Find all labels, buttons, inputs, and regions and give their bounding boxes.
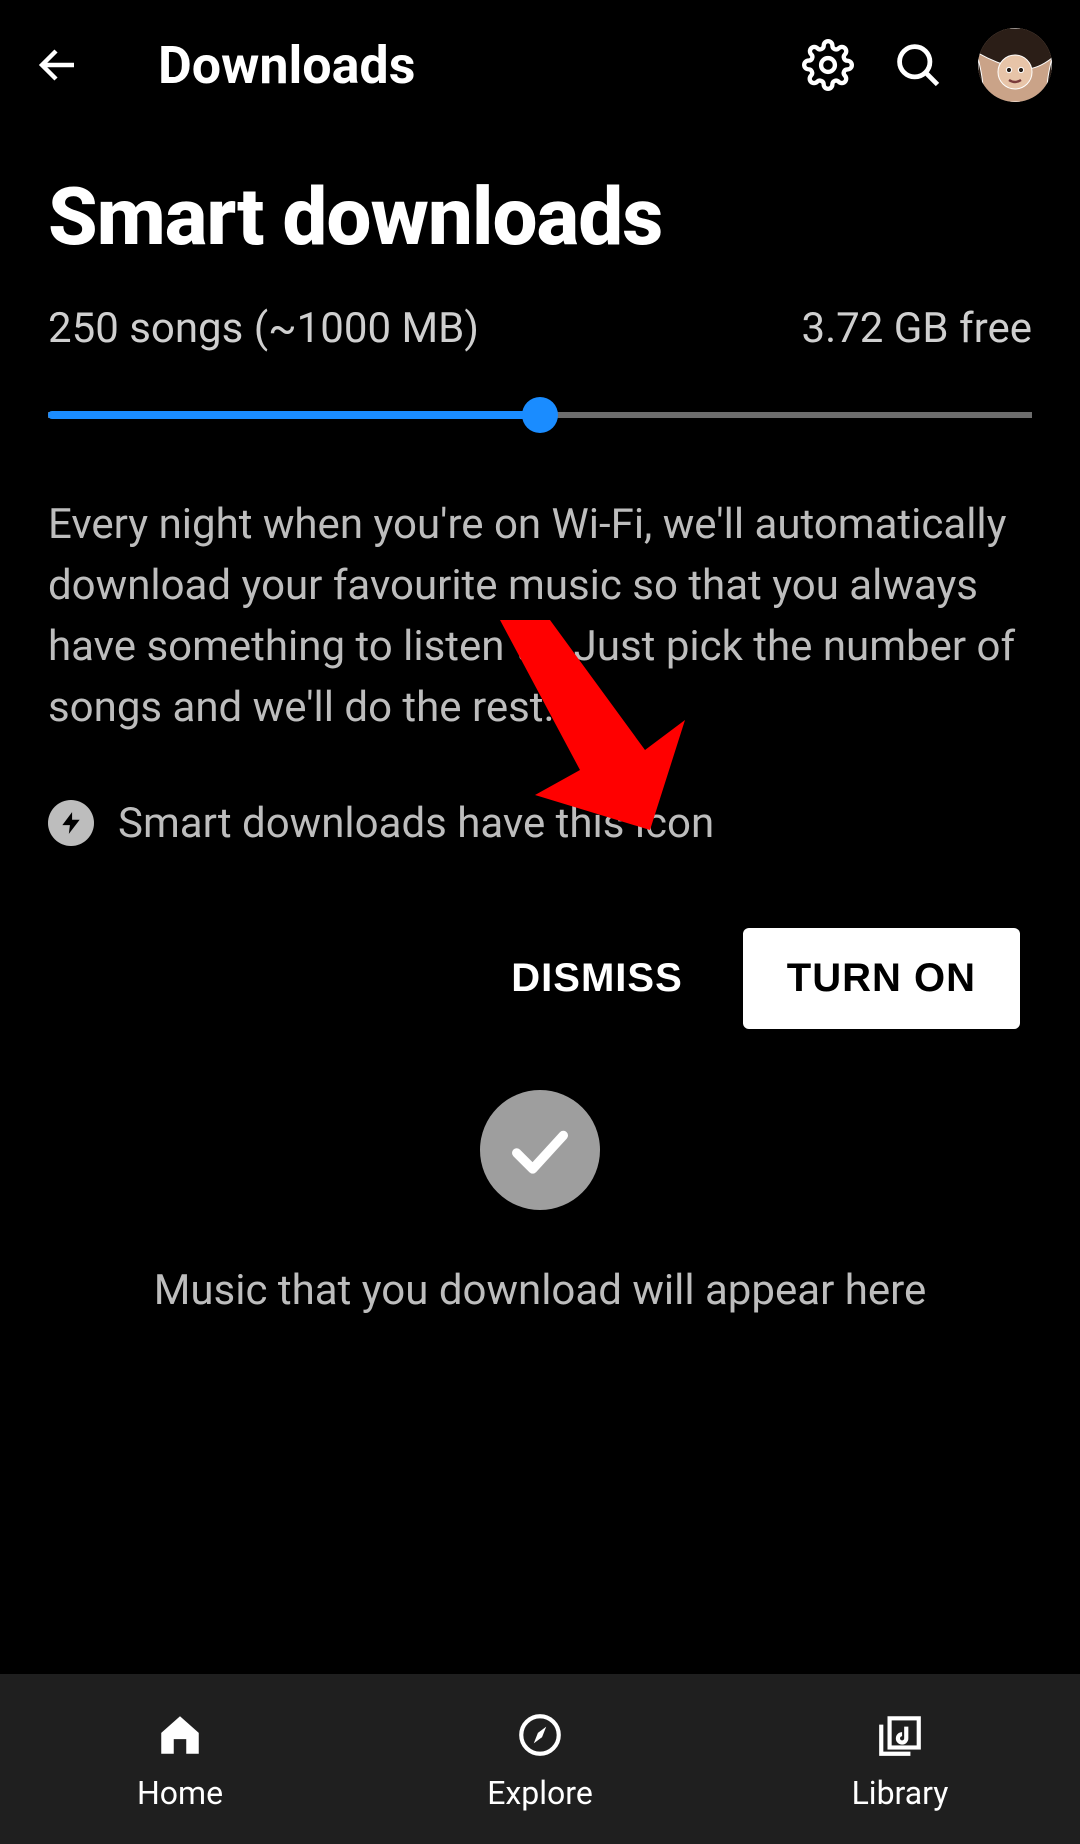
slider-track-fill xyxy=(48,411,540,419)
songs-slider[interactable] xyxy=(48,395,1032,435)
nav-explore[interactable]: Explore xyxy=(360,1674,720,1844)
smart-downloads-description: Every night when you're on Wi-Fi, we'll … xyxy=(48,495,1032,739)
icon-hint-row: Smart downloads have this icon xyxy=(48,799,1032,848)
search-button[interactable] xyxy=(888,35,948,95)
storage-free-label: 3.72 GB free xyxy=(802,304,1033,353)
profile-avatar[interactable] xyxy=(978,28,1052,102)
dismiss-button[interactable]: DISMISS xyxy=(511,956,682,1001)
library-icon xyxy=(871,1706,929,1764)
icon-hint-text: Smart downloads have this icon xyxy=(118,799,714,848)
nav-explore-label: Explore xyxy=(487,1774,593,1812)
empty-state: Music that you download will appear here xyxy=(0,1090,1080,1315)
nav-library[interactable]: Library xyxy=(720,1674,1080,1844)
smart-downloads-heading: Smart downloads xyxy=(48,170,1032,264)
main-content: Smart downloads 250 songs (~1000 MB) 3.7… xyxy=(0,130,1080,1674)
empty-state-message: Music that you download will appear here xyxy=(154,1266,927,1315)
app-bar: Downloads xyxy=(0,0,1080,130)
action-row: DISMISS TURN ON xyxy=(48,928,1032,1029)
nav-home[interactable]: Home xyxy=(0,1674,360,1844)
compass-icon xyxy=(511,1706,569,1764)
songs-count-label: 250 songs (~1000 MB) xyxy=(48,304,479,353)
bolt-icon xyxy=(48,800,94,846)
home-icon xyxy=(151,1706,209,1764)
slider-labels: 250 songs (~1000 MB) 3.72 GB free xyxy=(48,304,1032,353)
page-title: Downloads xyxy=(158,35,415,96)
nav-library-label: Library xyxy=(852,1774,949,1812)
settings-button[interactable] xyxy=(798,35,858,95)
slider-thumb[interactable] xyxy=(522,397,558,433)
bottom-nav: Home Explore Library xyxy=(0,1674,1080,1844)
checkmark-icon xyxy=(480,1090,600,1210)
turn-on-button[interactable]: TURN ON xyxy=(743,928,1020,1029)
nav-home-label: Home xyxy=(137,1774,223,1812)
back-button[interactable] xyxy=(28,35,88,95)
